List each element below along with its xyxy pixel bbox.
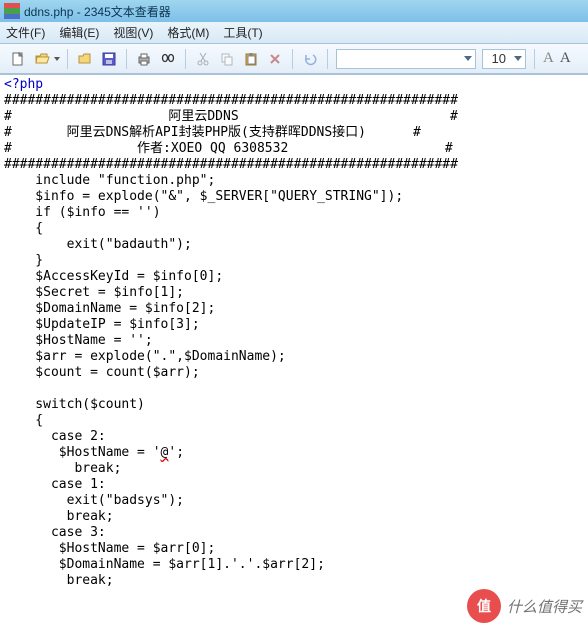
- watermark-badge: 值: [467, 589, 501, 623]
- separator-icon: [185, 49, 186, 69]
- code-text: <?php ##################################…: [0, 75, 588, 591]
- menu-format[interactable]: 格式(M): [167, 24, 209, 41]
- menu-bar: 文件(F) 编辑(E) 视图(V) 格式(M) 工具(T): [0, 22, 588, 44]
- font-combo[interactable]: [336, 49, 476, 69]
- print-icon[interactable]: [134, 49, 154, 69]
- separator-icon: [292, 49, 293, 69]
- save-icon[interactable]: [99, 49, 119, 69]
- open-folder-icon[interactable]: [75, 49, 95, 69]
- watermark-text: 什么值得买: [507, 596, 582, 617]
- watermark: 值 什么值得买: [467, 589, 582, 623]
- window-title: ddns.php - 2345文本查看器: [24, 3, 171, 20]
- new-file-icon[interactable]: [8, 49, 28, 69]
- app-icon: [4, 3, 20, 19]
- copy-icon[interactable]: [217, 49, 237, 69]
- title-bar: ddns.php - 2345文本查看器: [0, 0, 588, 22]
- chevron-down-icon: [464, 56, 472, 61]
- separator-icon: [67, 49, 68, 69]
- separator-icon: [534, 49, 535, 69]
- separator-icon: [327, 49, 328, 69]
- toolbar: 10 A A: [0, 44, 588, 74]
- undo-icon[interactable]: [300, 49, 320, 69]
- size-combo[interactable]: 10: [482, 49, 526, 69]
- menu-view[interactable]: 视图(V): [113, 24, 153, 41]
- paste-icon[interactable]: [241, 49, 261, 69]
- menu-tools[interactable]: 工具(T): [223, 24, 262, 41]
- font-increase-btn[interactable]: A: [543, 50, 554, 67]
- open-file-icon[interactable]: [32, 49, 52, 69]
- editor-area[interactable]: <?php ##################################…: [0, 74, 588, 629]
- menu-file[interactable]: 文件(F): [6, 24, 45, 41]
- separator-icon: [126, 49, 127, 69]
- delete-icon[interactable]: [265, 49, 285, 69]
- chevron-down-icon: [514, 56, 522, 61]
- font-decrease-btn[interactable]: A: [560, 50, 571, 67]
- open-dropdown-icon[interactable]: [54, 57, 60, 61]
- size-combo-value: 10: [492, 51, 510, 66]
- cut-icon[interactable]: [193, 49, 213, 69]
- find-icon[interactable]: [158, 49, 178, 69]
- menu-edit[interactable]: 编辑(E): [59, 24, 99, 41]
